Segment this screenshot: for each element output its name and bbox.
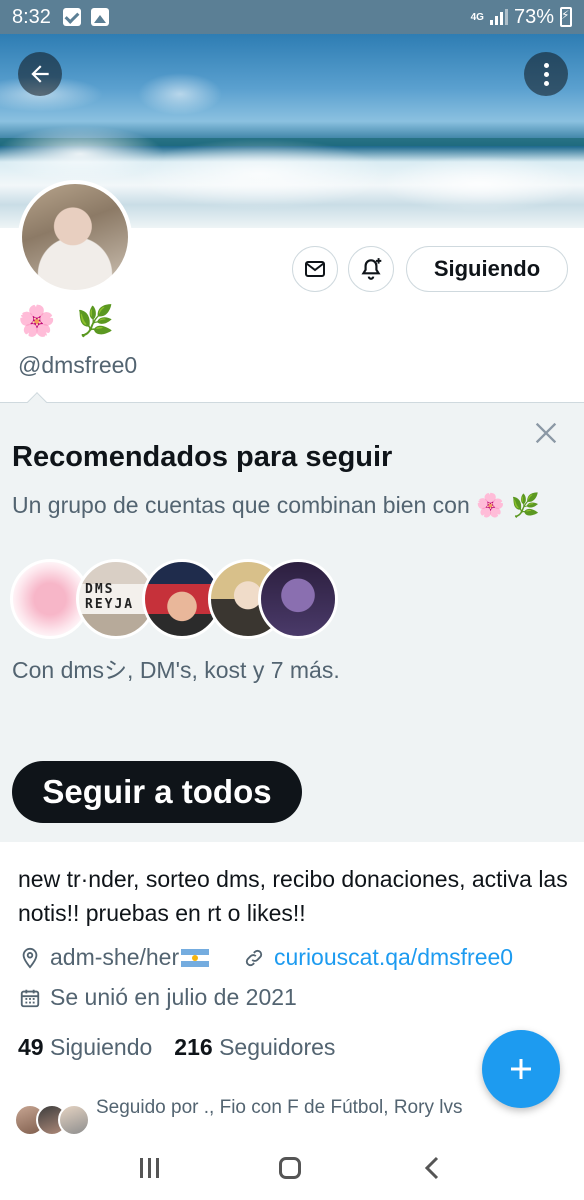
mail-icon xyxy=(305,261,325,277)
recommended-avatar[interactable] xyxy=(258,559,338,639)
close-icon xyxy=(535,422,557,444)
battery-percent: 73% xyxy=(513,5,554,28)
location-pin-icon xyxy=(18,946,42,970)
profile-bio: new tr·nder, sorteo dms, recibo donacion… xyxy=(18,866,568,926)
image-notification-icon xyxy=(90,8,109,26)
network-type: 4G xyxy=(470,11,484,23)
home-button[interactable] xyxy=(279,1157,302,1179)
following-button[interactable]: Siguiendo xyxy=(406,246,568,292)
recommendations-summary: Con dmsシ, DM's, kost y 7 más. xyxy=(12,657,340,683)
bell-plus-icon xyxy=(361,258,382,280)
status-time: 8:32 xyxy=(12,5,51,28)
followers-label: Seguidores xyxy=(219,1034,336,1060)
joined-row: Se unió en julio de 2021 xyxy=(18,984,297,1011)
following-count: 49 xyxy=(18,1034,44,1060)
back-nav-button[interactable] xyxy=(422,1155,444,1181)
follow-all-button[interactable]: Seguir a todos xyxy=(12,761,302,823)
status-bar: 8:32 4G 73% xyxy=(0,0,584,34)
followed-by-text: Seguido por ., Fio con F de Fútbol, Rory… xyxy=(96,1097,463,1118)
calendar-icon xyxy=(18,986,42,1010)
more-vertical-icon xyxy=(543,62,549,86)
link-row[interactable]: curiouscat.qa/dmsfree0 xyxy=(242,944,513,971)
system-nav-bar xyxy=(0,1136,584,1200)
profile-handle: @dmsfree0 xyxy=(18,352,138,378)
more-options-button[interactable] xyxy=(524,52,568,96)
location-text: adm-she/her xyxy=(50,944,180,970)
compose-button[interactable] xyxy=(482,1030,560,1108)
followers-count: 216 xyxy=(174,1034,213,1060)
follower-avatar xyxy=(58,1104,90,1136)
plus-icon xyxy=(511,1059,531,1079)
following-count-link[interactable]: 49 Siguiendo xyxy=(18,1034,152,1061)
display-name: 🌸 🌿 xyxy=(18,304,121,339)
dismiss-recommendations-button[interactable] xyxy=(532,419,560,447)
back-button[interactable] xyxy=(18,52,62,96)
arrow-left-icon xyxy=(31,65,49,83)
recommended-avatars[interactable]: DMS REYJA xyxy=(10,559,340,639)
notifications-button[interactable] xyxy=(348,246,394,292)
argentina-flag-icon xyxy=(181,948,210,967)
location-row: adm-she/her xyxy=(18,944,210,971)
recent-apps-button[interactable] xyxy=(140,1158,160,1178)
panel-notch xyxy=(27,392,47,412)
following-label: Siguiendo xyxy=(49,1034,153,1060)
message-button[interactable] xyxy=(292,246,338,292)
followed-by-row[interactable]: Seguido por ., Fio con F de Fútbol, Rory… xyxy=(14,1096,574,1136)
checkbox-notification-icon xyxy=(62,8,81,26)
recommendations-title: Recomendados para seguir xyxy=(12,441,393,473)
battery-icon xyxy=(560,7,572,27)
followers-count-link[interactable]: 216 Seguidores xyxy=(174,1034,335,1061)
follow-counts: 49 Siguiendo 216 Seguidores xyxy=(18,1034,335,1061)
profile-avatar[interactable] xyxy=(18,180,132,294)
signal-icon xyxy=(489,9,508,25)
joined-text: Se unió en julio de 2021 xyxy=(50,984,297,1010)
link-icon xyxy=(242,946,266,970)
profile-link[interactable]: curiouscat.qa/dmsfree0 xyxy=(274,944,513,971)
recommendations-panel: Recomendados para seguir Un grupo de cue… xyxy=(0,392,584,842)
recommendations-description: Un grupo de cuentas que combinan bien co… xyxy=(12,492,540,518)
